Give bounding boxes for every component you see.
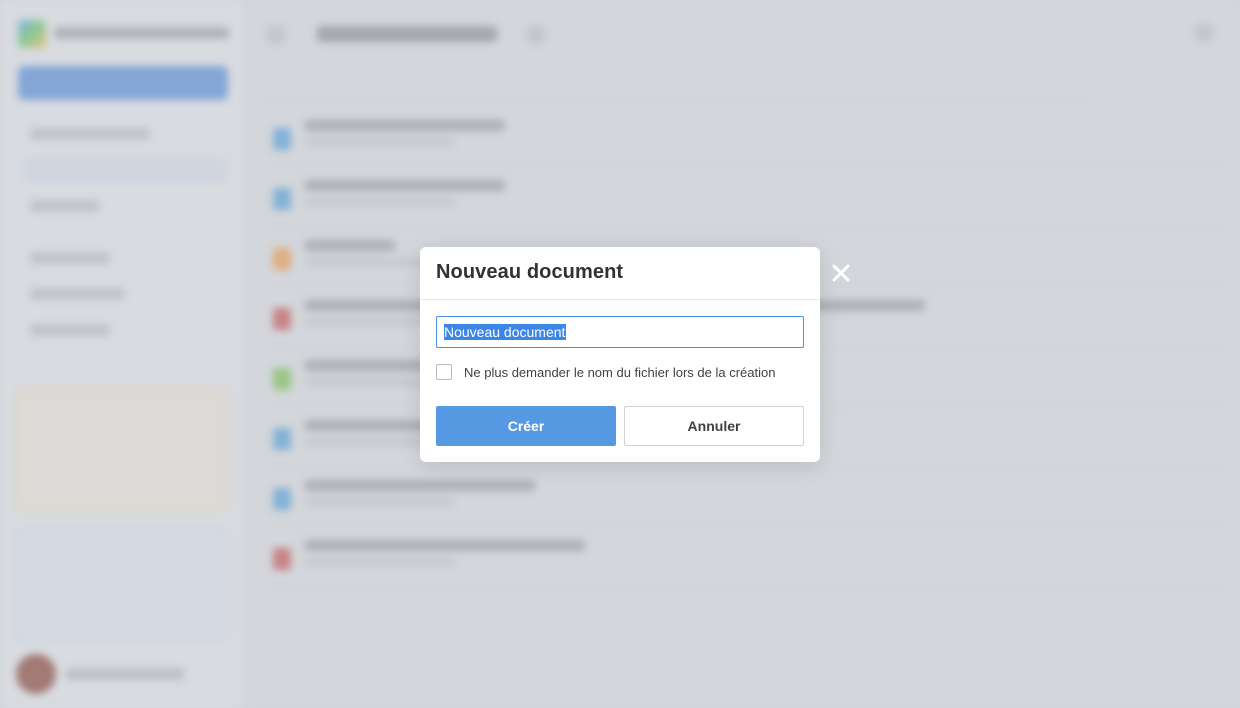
filename-input[interactable]: Nouveau document bbox=[436, 316, 804, 348]
dont-ask-label[interactable]: Ne plus demander le nom du fichier lors … bbox=[464, 365, 775, 380]
cancel-button[interactable]: Annuler bbox=[624, 406, 804, 446]
dialog-header: Nouveau document bbox=[420, 247, 820, 300]
create-button[interactable]: Créer bbox=[436, 406, 616, 446]
close-icon[interactable] bbox=[830, 262, 852, 284]
filename-value[interactable]: Nouveau document bbox=[444, 324, 567, 340]
dialog-title: Nouveau document bbox=[436, 261, 624, 283]
dont-ask-option[interactable]: Ne plus demander le nom du fichier lors … bbox=[436, 364, 775, 380]
new-document-dialog: Nouveau document Nouveau document Ne plu… bbox=[420, 247, 820, 462]
dont-ask-checkbox[interactable] bbox=[436, 364, 452, 380]
